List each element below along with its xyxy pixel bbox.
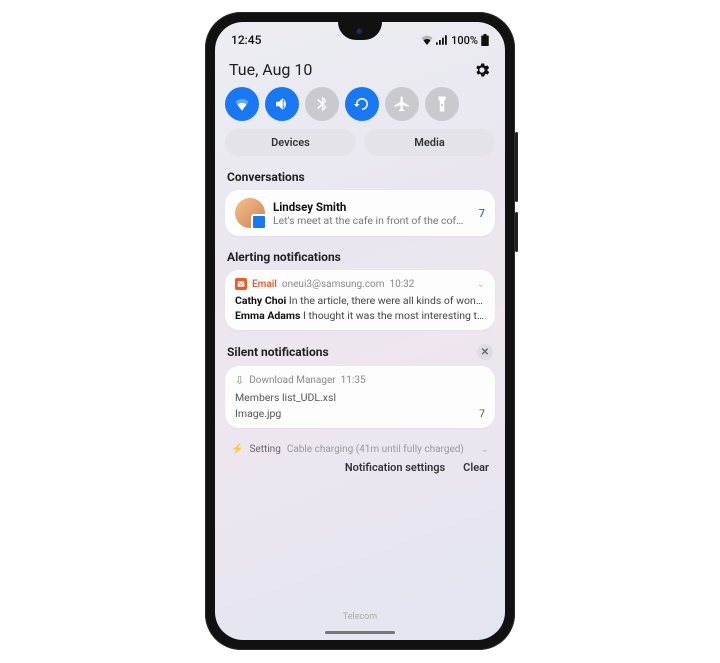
wifi-status-icon: [421, 35, 433, 45]
bluetooth-icon: [313, 95, 331, 113]
email-item: Cathy Choi In the article, there were al…: [235, 294, 485, 307]
download-notification[interactable]: ⇩ Download Manager 11:35 Members list_UD…: [225, 366, 495, 428]
section-alerting-label: Alerting notifications: [227, 250, 341, 264]
email-time: 10:32: [390, 279, 415, 290]
flashlight-icon: [433, 95, 451, 113]
qs-bluetooth[interactable]: [305, 87, 339, 121]
rotate-icon: [353, 95, 371, 113]
section-conversations-title: Conversations: [225, 166, 495, 190]
email-preview: In the article, there were all kinds of …: [289, 294, 485, 307]
media-button[interactable]: Media: [364, 129, 495, 156]
signal-status-icon: [436, 35, 448, 45]
download-file-name: Members list_UDL.xsl: [235, 391, 336, 404]
bolt-icon: ⚡: [231, 444, 243, 455]
quick-settings-row: [225, 85, 495, 129]
panel-header: Tue, Aug 10: [225, 50, 495, 85]
download-file-right: 7: [479, 407, 485, 420]
home-indicator[interactable]: [325, 631, 395, 634]
power-button[interactable]: [515, 212, 518, 252]
clear-button[interactable]: Clear: [463, 461, 489, 474]
download-file: Image.jpg 7: [235, 407, 485, 420]
section-silent-label: Silent notifications: [227, 345, 329, 359]
status-icons: 100%: [421, 34, 489, 47]
status-time: 12:45: [231, 33, 261, 47]
phone-frame: 12:45 100% Tue, Aug 10: [205, 12, 515, 650]
sound-icon: [273, 95, 291, 113]
email-sender: Cathy Choi: [235, 294, 286, 307]
download-icon: ⇩: [235, 374, 244, 387]
gear-icon[interactable]: [473, 61, 491, 79]
email-account: oneui3@samsung.com: [282, 279, 385, 290]
conversation-notification[interactable]: Lindsey Smith Let's meet at the cafe in …: [225, 190, 495, 236]
download-time: 11:35: [341, 375, 366, 386]
email-preview: I thought it was the most interesting th…: [303, 309, 485, 322]
section-conversations-label: Conversations: [227, 170, 305, 184]
email-app-name: Email: [252, 279, 277, 290]
conversation-message: Let's meet at the cafe in front of the c…: [273, 214, 467, 227]
email-notification[interactable]: Email oneui3@samsung.com 10:32 ⌄ Cathy C…: [225, 270, 495, 330]
volume-button[interactable]: [515, 132, 518, 202]
carrier-label: Telecom: [215, 612, 505, 622]
airplane-icon: [393, 95, 411, 113]
section-alerting-title: Alerting notifications: [225, 246, 495, 270]
avatar: [235, 198, 265, 228]
email-header: Email oneui3@samsung.com 10:32 ⌄: [235, 278, 485, 290]
charging-notification[interactable]: ⚡ Setting Cable charging (41m until full…: [225, 438, 495, 455]
download-header: ⇩ Download Manager 11:35: [235, 374, 485, 387]
download-file-name: Image.jpg: [235, 407, 281, 420]
download-app-name: Download Manager: [249, 375, 335, 386]
email-item: Emma Adams I thought it was the most int…: [235, 309, 485, 322]
conversation-text: Lindsey Smith Let's meet at the cafe in …: [273, 200, 467, 227]
download-file: Members list_UDL.xsl: [235, 391, 485, 404]
setting-text: Cable charging (41m until fully charged): [287, 444, 464, 455]
battery-percent: 100%: [451, 34, 478, 47]
chevron-down-icon[interactable]: ⌄: [481, 444, 489, 455]
wifi-icon: [233, 95, 251, 113]
qs-airplane[interactable]: [385, 87, 419, 121]
setting-label: Setting: [249, 444, 280, 455]
battery-icon: [481, 34, 489, 46]
qs-rotate[interactable]: [345, 87, 379, 121]
panel-date: Tue, Aug 10: [229, 60, 312, 79]
email-sender: Emma Adams: [235, 309, 300, 322]
panel-footer: Notification settings Clear: [225, 455, 495, 474]
qs-sound[interactable]: [265, 87, 299, 121]
qs-wifi[interactable]: [225, 87, 259, 121]
conversation-name: Lindsey Smith: [273, 200, 467, 214]
chevron-down-icon[interactable]: ⌄: [477, 279, 485, 290]
section-silent-title: Silent notifications ✕: [225, 340, 495, 366]
output-buttons: Devices Media: [225, 129, 495, 156]
email-app-icon: [235, 278, 247, 290]
close-silent-icon[interactable]: ✕: [477, 344, 493, 360]
notification-settings-button[interactable]: Notification settings: [345, 461, 445, 474]
qs-flashlight[interactable]: [425, 87, 459, 121]
devices-button[interactable]: Devices: [225, 129, 356, 156]
screen: 12:45 100% Tue, Aug 10: [215, 22, 505, 640]
conversation-count: 7: [475, 207, 485, 220]
